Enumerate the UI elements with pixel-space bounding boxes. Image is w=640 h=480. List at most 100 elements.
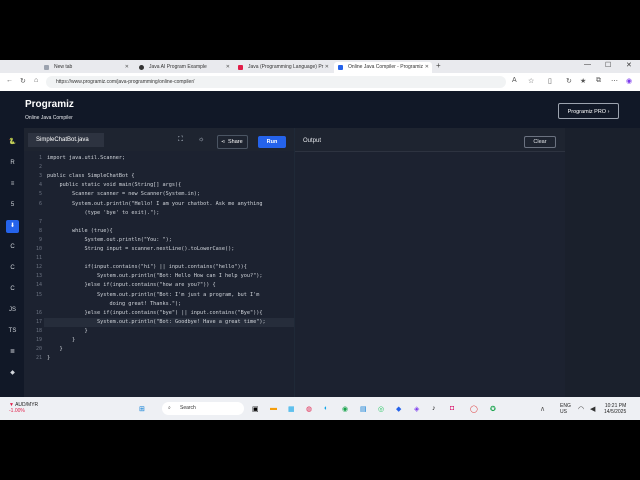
go-icon[interactable]: ≣ — [6, 346, 19, 359]
minimize-button[interactable]: — — [584, 61, 591, 68]
code-line[interactable]: } — [47, 337, 75, 343]
whatsapp-icon[interactable]: ◎ — [378, 405, 384, 413]
close-window-button[interactable]: ✕ — [626, 61, 632, 69]
cpp-icon[interactable]: C — [6, 262, 19, 275]
code-line[interactable]: while (true){ — [47, 228, 113, 234]
close-icon[interactable]: ✕ — [425, 62, 429, 73]
code-line[interactable]: String input = scanner.nextLine().toLowe… — [47, 246, 234, 252]
line-number: 1 — [38, 155, 42, 161]
code-line[interactable]: } — [47, 355, 50, 361]
code-line[interactable]: }else if(input.contains("how are you?"))… — [47, 282, 215, 288]
browser-tab-bar: New tab ✕ Java AI Program Example ✕ Java… — [0, 60, 640, 73]
csharp-icon[interactable]: C — [6, 283, 19, 296]
task-view-icon[interactable]: ▣ — [252, 405, 259, 413]
code-line[interactable]: System.out.println("Bot: I'm just a prog… — [47, 292, 259, 298]
copilot-icon[interactable]: ◉ — [626, 77, 632, 85]
run-button[interactable]: Run — [258, 136, 286, 148]
line-number: 12 — [35, 264, 42, 271]
code-line[interactable]: } — [47, 328, 87, 334]
tab-java-youtube[interactable]: Java (Programming Language) Pr ✕ — [234, 62, 332, 73]
tiktok-icon[interactable]: ♪ — [432, 405, 436, 412]
refresh-icon[interactable]: ↻ — [20, 77, 26, 85]
tab-label: Java (Programming Language) Pr — [248, 64, 324, 70]
opera-icon[interactable]: ◯ — [470, 405, 478, 413]
c-icon[interactable]: C — [6, 241, 19, 254]
line-number: 8 — [38, 227, 42, 234]
language-indicator[interactable]: ENG US — [560, 403, 571, 415]
stock-widget[interactable]: ▼ AUD/MYR -1.00% — [9, 402, 38, 414]
favorite-star-icon[interactable]: ☆ — [528, 77, 534, 85]
share-label: Share — [228, 139, 243, 145]
code-line[interactable]: import java.util.Scanner; — [47, 155, 125, 161]
store-icon[interactable]: ▦ — [288, 405, 295, 413]
tab-label: Online Java Compiler - Programiz — [348, 64, 424, 70]
code-line[interactable]: System.out.println("You: "); — [47, 237, 171, 243]
sql-icon[interactable]: ≡ — [6, 178, 19, 191]
code-line[interactable]: }else if(input.contains("bye") || input.… — [47, 310, 262, 316]
code-line[interactable]: (type 'bye' to exit)."); — [47, 210, 159, 216]
fullscreen-icon[interactable]: ⛶ — [178, 136, 183, 144]
new-tab-button[interactable]: + — [436, 61, 441, 70]
collections-icon[interactable]: ⧉ — [596, 77, 601, 85]
outlook-icon[interactable]: ▤ — [360, 405, 367, 413]
app-icon[interactable]: ◍ — [306, 405, 312, 413]
tray-chevron-icon[interactable]: ∧ — [540, 405, 545, 413]
vscode-icon[interactable]: ◆ — [396, 405, 401, 413]
new-tab-favicon-icon — [44, 65, 49, 70]
share-button[interactable]: ⋖ Share — [217, 135, 248, 149]
more-menu-icon[interactable]: ⋯ — [611, 77, 618, 85]
xbox-icon[interactable]: ✪ — [490, 405, 496, 413]
home-icon[interactable]: ⌂ — [34, 77, 38, 84]
code-line[interactable]: System.out.println("Hello! I am your cha… — [47, 201, 263, 207]
code-line[interactable]: doing great! Thanks."); — [47, 301, 181, 307]
visual-studio-icon[interactable]: ◈ — [414, 405, 419, 413]
code-line[interactable]: public static void main(String[] args){ — [47, 182, 181, 188]
line-number: 11 — [35, 255, 42, 262]
back-arrow-icon[interactable]: ← — [6, 77, 13, 84]
js-icon[interactable]: JS — [6, 304, 19, 317]
theme-toggle-icon[interactable]: ☼ — [198, 136, 204, 143]
line-number: 19 — [35, 337, 42, 343]
close-icon[interactable]: ✕ — [226, 62, 230, 73]
favorites-icon[interactable]: ★ — [580, 77, 586, 85]
python-icon[interactable]: 🐍 — [6, 136, 19, 149]
java-icon[interactable]: ⬇ — [6, 220, 19, 233]
code-line[interactable]: public class SimpleChatBot { — [47, 173, 134, 179]
code-line[interactable]: Scanner scanner = new Scanner(System.in)… — [47, 191, 200, 197]
line-number: 7 — [38, 218, 42, 225]
taskbar-search[interactable]: ⌕ Search — [162, 402, 244, 415]
code-line[interactable]: System.out.println("Bot: Goodbye! Have a… — [47, 319, 266, 325]
r-icon[interactable]: R — [6, 157, 19, 170]
chrome-icon[interactable]: ◉ — [342, 405, 348, 413]
tab-java-ai-example[interactable]: Java AI Program Example ✕ — [135, 62, 233, 73]
refresh-page-icon[interactable]: ↻ — [566, 77, 572, 85]
file-explorer-icon[interactable]: ▬ — [270, 405, 277, 412]
close-icon[interactable]: ✕ — [125, 62, 129, 73]
file-tab[interactable]: SimpleChatBot.java — [28, 133, 104, 147]
code-line[interactable]: } — [47, 346, 62, 352]
instagram-icon[interactable]: ◘ — [450, 405, 454, 412]
tab-online-java-compiler[interactable]: Online Java Compiler - Programiz ✕ — [334, 62, 432, 73]
programiz-pro-button[interactable]: Programiz PRO › — [558, 103, 619, 119]
read-aloud-icon[interactable]: A — [512, 77, 517, 84]
line-number: 2 — [38, 164, 42, 171]
tab-new-tab[interactable]: New tab ✕ — [40, 62, 132, 73]
close-icon[interactable]: ✕ — [325, 62, 329, 73]
clear-button[interactable]: Clear — [524, 136, 556, 148]
volume-icon[interactable]: ◀ — [590, 405, 595, 413]
programiz-logo[interactable]: Programiz — [25, 99, 74, 110]
wifi-icon[interactable]: ◠ — [578, 405, 584, 413]
edge-icon[interactable]: ◐ — [324, 405, 328, 412]
output-console[interactable] — [295, 151, 565, 398]
swift-icon[interactable]: ◆ — [6, 367, 19, 380]
windows-start-icon[interactable]: ⊞ — [139, 405, 145, 413]
system-clock[interactable]: 10:21 PM 14/5/2025 — [604, 403, 626, 415]
ts-icon[interactable]: TS — [6, 325, 19, 338]
html-icon[interactable]: 5 — [6, 199, 19, 212]
share-icon: ⋖ — [221, 139, 226, 145]
code-line[interactable]: System.out.println("Bot: Hello How can I… — [47, 273, 263, 279]
maximize-button[interactable]: ☐ — [605, 61, 611, 69]
url-input[interactable]: https://www.programiz.com/java-programmi… — [46, 76, 506, 88]
code-line[interactable]: if(input.contains("hi") || input.contain… — [47, 264, 246, 270]
split-screen-icon[interactable]: ▯ — [548, 77, 552, 85]
